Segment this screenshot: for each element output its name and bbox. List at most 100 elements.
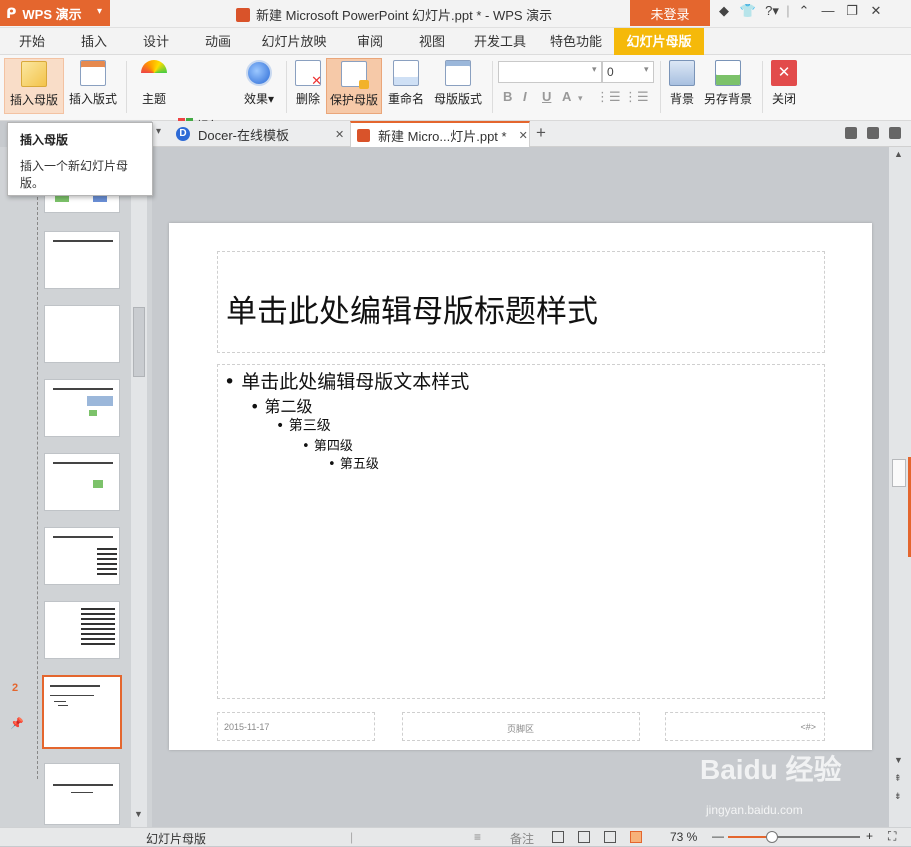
current-view-name: 幻灯片母版	[146, 832, 207, 846]
normal-view-icon[interactable]	[552, 831, 564, 843]
scroll-down-icon[interactable]: ▼	[894, 755, 903, 765]
minimize-icon[interactable]: —	[816, 3, 840, 19]
date-placeholder[interactable]: 2015-11-17	[217, 712, 375, 741]
footer-slide-number: <#>	[800, 722, 816, 732]
zoom-in-icon[interactable]: +	[866, 829, 873, 843]
tab-design[interactable]: 设计	[130, 28, 182, 55]
chevron-down-icon[interactable]: ▾	[156, 126, 161, 137]
tab-ppt-document[interactable]: 新建 Micro...灯片.ppt * ✕	[350, 121, 530, 147]
previous-slide-icon[interactable]: ⇞	[894, 773, 902, 784]
zoom-slider[interactable]	[728, 831, 860, 843]
save-background-button[interactable]: 另存背景	[700, 58, 756, 114]
skin-icon[interactable]: ◆	[712, 3, 736, 19]
notes-icon[interactable]: ≡	[474, 830, 481, 844]
slide-sorter-icon[interactable]	[578, 831, 590, 843]
slide-thumbnail[interactable]	[44, 379, 120, 437]
tab-slideshow[interactable]: 幻灯片放映	[254, 28, 334, 55]
tab-features[interactable]: 特色功能	[540, 28, 612, 55]
divider: |	[350, 830, 354, 844]
tab-docer-templates[interactable]: D Docer-在线模板 ✕	[170, 121, 348, 147]
tab-home[interactable]: 开始	[6, 28, 58, 55]
chevron-down-icon[interactable]: ▾	[592, 64, 597, 75]
slide-thumbnail[interactable]	[44, 527, 120, 585]
ppt-file-icon	[236, 7, 250, 22]
close-icon[interactable]: ✕	[519, 129, 528, 142]
zoom-out-icon[interactable]: —	[712, 829, 724, 843]
rainbow-icon	[141, 60, 167, 86]
restore-icon[interactable]: ❐	[840, 3, 864, 19]
slide-canvas: 单击此处编辑母版标题样式 • 单击此处编辑母版文本样式 • 第二级 • 第三级 …	[152, 147, 889, 827]
scrollbar-thumb[interactable]	[892, 459, 906, 487]
view-switcher	[552, 831, 642, 843]
slideshow-icon[interactable]	[630, 831, 642, 843]
effects-button[interactable]: 效果▾	[238, 58, 280, 114]
close-icon[interactable]: ✕	[335, 128, 344, 141]
rename-button[interactable]: 重命名	[384, 58, 428, 114]
close-master-button[interactable]: ✕ 关闭	[766, 58, 802, 114]
rename-label: 重命名	[387, 92, 424, 106]
font-color-button[interactable]: A	[562, 89, 571, 104]
master-layout-button[interactable]: 母版版式	[430, 58, 486, 114]
collapse-ribbon-icon[interactable]: ⌃	[792, 3, 816, 19]
tab-view[interactable]: 视图	[406, 28, 458, 55]
tab-slide-master[interactable]: 幻灯片母版	[614, 28, 704, 55]
ppt-tab-label: 新建 Micro...灯片.ppt *	[378, 128, 507, 144]
fit-window-icon[interactable]: ⛶	[888, 829, 896, 844]
theme-label: 主题	[141, 92, 166, 106]
divider	[126, 61, 127, 113]
chevron-down-icon[interactable]: ▾	[644, 64, 649, 75]
title-placeholder[interactable]: 单击此处编辑母版标题样式	[217, 251, 825, 353]
italic-button[interactable]: I	[523, 89, 527, 104]
bullet-list-icon[interactable]: ⋮☰	[596, 89, 621, 105]
scroll-up-icon[interactable]: ▲	[894, 149, 903, 159]
slide-thumbnail[interactable]	[44, 453, 120, 511]
slide-thumbnail-selected[interactable]	[42, 675, 122, 749]
protect-master-button[interactable]: 保护母版	[326, 58, 382, 114]
tab-developer[interactable]: 开发工具	[468, 28, 532, 55]
app-name: WPS 演示	[22, 6, 82, 22]
insert-master-button[interactable]: 插入母版	[4, 58, 64, 114]
slide-thumbnail[interactable]	[44, 763, 120, 825]
app-menu-button[interactable]: ᑭ WPS 演示 ▾	[0, 0, 110, 26]
theme-button[interactable]: 主题	[134, 58, 174, 114]
scroll-down-icon[interactable]: ▼	[134, 809, 143, 819]
pin-icon[interactable]: 📌	[10, 717, 24, 730]
layout-icon[interactable]	[889, 127, 901, 139]
watermark-url: jingyan.baidu.com	[706, 803, 803, 817]
underline-button[interactable]: U	[542, 89, 551, 104]
master-layout-label: 母版版式	[433, 92, 482, 106]
login-button[interactable]: 未登录	[630, 0, 710, 26]
background-button[interactable]: 背景	[664, 58, 700, 114]
delete-button[interactable]: ✕ 删除	[290, 58, 326, 114]
background-label: 背景	[669, 92, 694, 106]
chevron-down-icon[interactable]: ▾	[578, 93, 583, 104]
new-tab-plus-icon[interactable]: +	[536, 123, 546, 143]
save-icon[interactable]	[867, 127, 879, 139]
slide-thumbnail[interactable]	[44, 601, 120, 659]
canvas-scrollbar[interactable]: ▲ ▼ ⇞ ⇟	[889, 147, 911, 827]
body-placeholder[interactable]: • 单击此处编辑母版文本样式 • 第二级 • 第三级 • 第四级 • 第五级	[217, 364, 825, 699]
zoom-slider-knob[interactable]	[766, 831, 778, 843]
next-slide-icon[interactable]: ⇟	[894, 791, 902, 802]
insert-layout-button[interactable]: 插入版式	[66, 58, 120, 114]
close-icon[interactable]: ✕	[864, 3, 888, 19]
slide-thumbnail[interactable]	[44, 305, 120, 363]
bold-button[interactable]: B	[503, 89, 512, 104]
numbered-list-icon[interactable]: ⋮☰	[624, 89, 649, 105]
slide-number-placeholder[interactable]: <#>	[665, 712, 825, 741]
scrollbar-thumb[interactable]	[133, 307, 145, 377]
shirt-icon[interactable]: 👕	[736, 3, 760, 19]
notes-button[interactable]: 备注	[510, 830, 534, 847]
reading-view-icon[interactable]	[604, 831, 616, 843]
pin-icon[interactable]	[845, 127, 857, 139]
slide-thumbnail[interactable]	[44, 231, 120, 289]
tooltip-title: 插入母版	[20, 133, 69, 147]
footer-placeholder[interactable]: 页脚区	[402, 712, 640, 741]
thumbnail-scrollbar[interactable]: ▼	[131, 147, 147, 827]
tab-insert[interactable]: 插入	[68, 28, 120, 55]
tab-animation[interactable]: 动画	[192, 28, 244, 55]
help-icon[interactable]: ?▾	[760, 3, 784, 19]
insert-master-label: 插入母版	[9, 93, 58, 107]
font-name-combo[interactable]	[498, 61, 602, 83]
tab-review[interactable]: 审阅	[344, 28, 396, 55]
